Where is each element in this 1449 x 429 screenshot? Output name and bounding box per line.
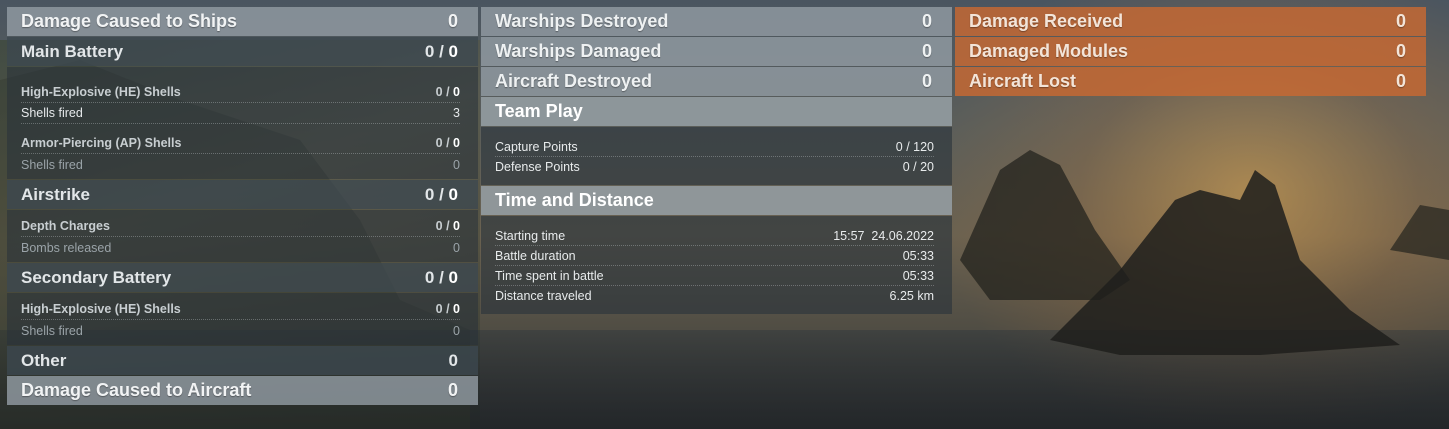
aircraft-destroyed-row: Aircraft Destroyed 0 [481,67,952,96]
damage-ships-label: Damage Caused to Ships [21,11,238,31]
airstrike-details: Depth Charges 0 / 0 Bombs released 0 [7,210,478,262]
other-row: Other 0 [7,346,478,375]
main-ap-row: Armor-Piercing (AP) Shells 0 / 0 [21,133,460,154]
time-distance-details: Starting time 15:57 24.06.2022 Battle du… [481,216,952,314]
airstrike-value: 0 / 0 [424,184,458,204]
capture-points-row: Capture Points 0 / 120 [495,137,934,157]
main-battery-value: 0 / 0 [424,41,458,61]
time-distance-title: Time and Distance [481,186,952,215]
secondary-details: High-Explosive (HE) Shells 0 / 0 Shells … [7,293,478,345]
secondary-battery-label: Secondary Battery [21,267,172,287]
defense-points-row: Defense Points 0 / 20 [495,160,934,174]
damage-received-value: 0 [1395,11,1406,31]
damaged-modules-value: 0 [1395,41,1406,61]
warships-destroyed-label: Warships Destroyed [495,11,669,31]
aircraft-destroyed-label: Aircraft Destroyed [495,71,653,91]
battle-duration-row: Battle duration 05:33 [495,246,934,266]
distance-traveled-row: Distance traveled 6.25 km [495,289,934,303]
main-battery-label: Main Battery [21,41,124,61]
main-battery-details: High-Explosive (HE) Shells 0 / 0 Shells … [7,67,478,179]
damage-ships-value: 0 [447,11,458,31]
airstrike-header: Airstrike 0 / 0 [7,180,478,209]
damage-aircraft-label: Damage Caused to Aircraft [21,380,252,400]
damage-received-row: Damage Received 0 [955,7,1426,36]
warships-damaged-row: Warships Damaged 0 [481,37,952,66]
depth-charges-row: Depth Charges 0 / 0 [21,216,460,237]
main-ap-fired-row: Shells fired 0 [21,157,460,172]
team-play-title: Team Play [481,97,952,126]
damage-ships-row: Damage Caused to Ships 0 [7,7,478,36]
main-he-fired-row: Shells fired 3 [21,103,460,124]
warships-damaged-label: Warships Damaged [495,41,662,61]
damage-column: Damage Caused to Ships 0 Main Battery 0 … [7,7,478,406]
warships-damaged-value: 0 [921,41,932,61]
team-play-details: Capture Points 0 / 120 Defense Points 0 … [481,127,952,185]
results-column: Warships Destroyed 0 Warships Damaged 0 … [481,7,952,315]
airstrike-label: Airstrike [21,184,90,204]
warships-destroyed-value: 0 [921,11,932,31]
secondary-battery-value: 0 / 0 [424,267,458,287]
aircraft-lost-value: 0 [1395,71,1406,91]
damaged-modules-label: Damaged Modules [969,41,1129,61]
other-label: Other [21,350,67,370]
bombs-released-row: Bombs released 0 [21,240,460,255]
aircraft-lost-label: Aircraft Lost [969,71,1077,91]
warships-destroyed-row: Warships Destroyed 0 [481,7,952,36]
secondary-he-row: High-Explosive (HE) Shells 0 / 0 [21,299,460,320]
secondary-battery-header: Secondary Battery 0 / 0 [7,263,478,292]
losses-column: Damage Received 0 Damaged Modules 0 Airc… [955,7,1426,97]
secondary-he-fired-row: Shells fired 0 [21,323,460,338]
damage-aircraft-value: 0 [447,380,458,400]
time-spent-row: Time spent in battle 05:33 [495,266,934,286]
main-battery-header: Main Battery 0 / 0 [7,37,478,66]
damage-received-label: Damage Received [969,11,1124,31]
damage-aircraft-row: Damage Caused to Aircraft 0 [7,376,478,405]
aircraft-destroyed-value: 0 [921,71,932,91]
aircraft-lost-row: Aircraft Lost 0 [955,67,1426,96]
starting-time-row: Starting time 15:57 24.06.2022 [495,226,934,246]
damaged-modules-row: Damaged Modules 0 [955,37,1426,66]
main-he-row: High-Explosive (HE) Shells 0 / 0 [21,82,460,103]
other-value: 0 [448,350,458,370]
